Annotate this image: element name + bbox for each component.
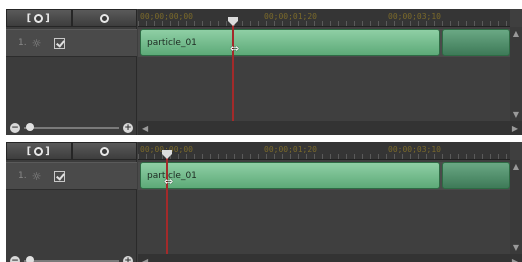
ruler-label: 00;00;03;10	[388, 12, 441, 21]
scroll-down-icon[interactable]: ▼	[511, 110, 521, 119]
clip-tail[interactable]	[442, 29, 510, 56]
scroll-left-icon[interactable]: ◀	[142, 124, 148, 133]
zoom-slider-knob[interactable]	[26, 123, 34, 131]
playhead-line[interactable]	[166, 152, 168, 254]
ruler-label: 00;00;03;10	[388, 145, 441, 154]
playhead-handle[interactable]	[228, 17, 238, 26]
horizontal-scrollbar[interactable]: ◀ ▶	[138, 254, 522, 262]
light-icon: ☼	[31, 36, 42, 50]
clip-particle[interactable]: particle_01	[140, 29, 440, 56]
camera-toggle-button[interactable]: []	[6, 9, 72, 27]
layer-number: 1.	[18, 38, 27, 48]
ruler-label: 00;00;01;20	[264, 12, 317, 21]
playhead-handle[interactable]	[162, 150, 172, 159]
time-ruler[interactable]: 00;00;00;00 00;00;01;20 00;00;03;10	[138, 9, 510, 27]
ruler-label: 00;00;00;00	[140, 12, 193, 21]
camera-icon	[99, 146, 109, 156]
layer-row[interactable]: 1. ☼	[6, 162, 137, 190]
resize-cursor-icon: ⇔	[230, 42, 240, 55]
playhead-line[interactable]	[232, 19, 234, 121]
empty-track-area	[138, 57, 510, 121]
camera-icon	[34, 146, 44, 156]
layer-header: []	[6, 9, 137, 27]
camera-icon	[99, 13, 109, 23]
time-ruler[interactable]: 00;00;00;00 00;00;01;20 00;00;03;10	[138, 142, 510, 160]
ruler-label: 00;00;01;20	[264, 145, 317, 154]
ruler-ticks	[138, 21, 510, 26]
timeline-area: 00;00;00;00 00;00;01;20 00;00;03;10 part…	[138, 142, 522, 262]
camera-icon	[34, 13, 44, 23]
zoom-control: − +	[6, 254, 137, 262]
light-icon: ☼	[31, 169, 42, 183]
zoom-in-icon[interactable]: +	[123, 123, 133, 133]
camera-view-button[interactable]	[71, 9, 137, 27]
scroll-up-icon[interactable]: ▲	[511, 162, 521, 171]
vertical-scrollbar[interactable]: ▲ ▼	[510, 160, 522, 254]
scroll-right-icon[interactable]: ▶	[512, 124, 518, 133]
timeline-panel-top: [] 1. ☼ − + 00;00;00;00 00;00;01;20 00;0…	[6, 9, 522, 135]
zoom-slider[interactable]	[24, 123, 119, 131]
checkbox-icon[interactable]	[54, 170, 66, 182]
resize-cursor-icon: ⇔	[164, 175, 174, 188]
zoom-in-icon[interactable]: +	[123, 256, 133, 262]
ruler-ticks	[138, 154, 510, 159]
zoom-control: − +	[6, 121, 137, 135]
empty-track-area	[138, 190, 510, 254]
zoom-out-icon[interactable]: −	[10, 256, 20, 262]
layer-number: 1.	[18, 171, 27, 181]
scroll-up-icon[interactable]: ▲	[511, 29, 521, 38]
scroll-right-icon[interactable]: ▶	[512, 257, 518, 262]
layer-row[interactable]: 1. ☼	[6, 29, 137, 57]
camera-toggle-button[interactable]: []	[6, 142, 72, 160]
clip-particle[interactable]: particle_01	[140, 162, 440, 189]
timeline-panel-bottom: [] 1. ☼ − + 00;00;00;00 00;00;01;20 00;0…	[6, 142, 522, 262]
scroll-left-icon[interactable]: ◀	[142, 257, 148, 262]
scroll-down-icon[interactable]: ▼	[511, 243, 521, 252]
layer-list: [] 1. ☼ − +	[6, 9, 137, 135]
zoom-out-icon[interactable]: −	[10, 123, 20, 133]
layer-header: []	[6, 142, 137, 160]
clip-tail[interactable]	[442, 162, 510, 189]
timeline-area: 00;00;00;00 00;00;01;20 00;00;03;10 part…	[138, 9, 522, 135]
vertical-scrollbar[interactable]: ▲ ▼	[510, 27, 522, 121]
horizontal-scrollbar[interactable]: ◀ ▶	[138, 121, 522, 135]
zoom-slider-knob[interactable]	[26, 256, 34, 262]
layer-list: [] 1. ☼ − +	[6, 142, 137, 262]
camera-view-button[interactable]	[71, 142, 137, 160]
checkbox-icon[interactable]	[54, 37, 66, 49]
